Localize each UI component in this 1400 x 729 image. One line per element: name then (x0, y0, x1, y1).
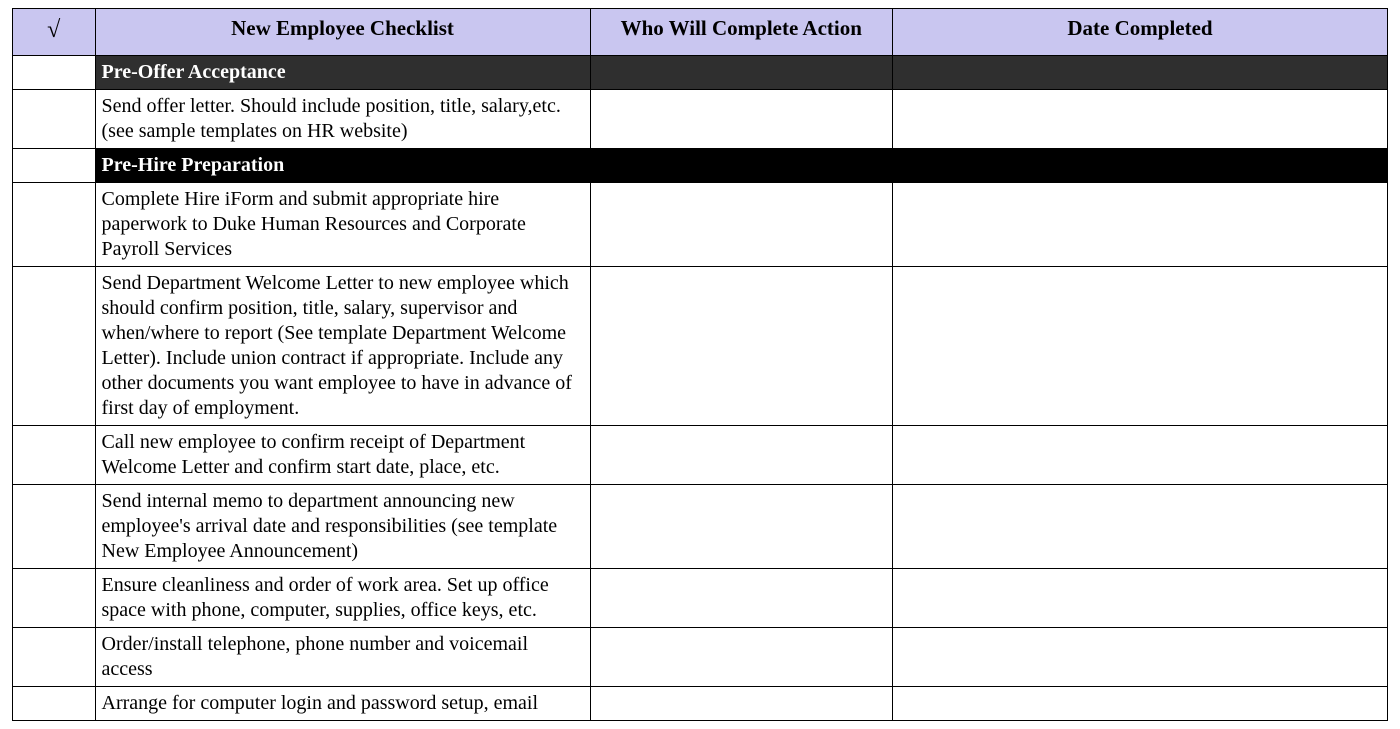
check-cell[interactable] (13, 569, 96, 628)
section-header-row: Pre-Offer Acceptance (13, 56, 1388, 90)
table-row: Ensure cleanliness and order of work are… (13, 569, 1388, 628)
who-cell[interactable] (590, 90, 893, 149)
date-cell[interactable] (893, 687, 1388, 721)
checklist-item: Send offer letter. Should include positi… (95, 90, 590, 149)
who-cell[interactable] (590, 426, 893, 485)
checklist-item: Call new employee to confirm receipt of … (95, 426, 590, 485)
header-checkmark: √ (13, 9, 96, 56)
table-row: Arrange for computer login and password … (13, 687, 1388, 721)
section-check-cell (13, 149, 96, 183)
section-check-cell (13, 56, 96, 90)
who-cell[interactable] (590, 183, 893, 267)
section-title: Pre-Hire Preparation (95, 149, 1388, 183)
date-cell[interactable] (893, 267, 1388, 426)
date-cell[interactable] (893, 569, 1388, 628)
who-cell[interactable] (590, 687, 893, 721)
checklist-item: Arrange for computer login and password … (95, 687, 590, 721)
section-date-cell (893, 56, 1388, 90)
table-row: Call new employee to confirm receipt of … (13, 426, 1388, 485)
header-checklist: New Employee Checklist (95, 9, 590, 56)
date-cell[interactable] (893, 183, 1388, 267)
checklist-item: Complete Hire iForm and submit appropria… (95, 183, 590, 267)
checklist-item: Send internal memo to department announc… (95, 485, 590, 569)
date-cell[interactable] (893, 426, 1388, 485)
employee-checklist-table: √ New Employee Checklist Who Will Comple… (12, 8, 1388, 721)
check-cell[interactable] (13, 687, 96, 721)
header-who: Who Will Complete Action (590, 9, 893, 56)
table-row: Send Department Welcome Letter to new em… (13, 267, 1388, 426)
table-row: Order/install telephone, phone number an… (13, 628, 1388, 687)
date-cell[interactable] (893, 628, 1388, 687)
table-row: Send internal memo to department announc… (13, 485, 1388, 569)
section-who-cell (590, 56, 893, 90)
header-date: Date Completed (893, 9, 1388, 56)
table-header-row: √ New Employee Checklist Who Will Comple… (13, 9, 1388, 56)
checklist-item: Order/install telephone, phone number an… (95, 628, 590, 687)
date-cell[interactable] (893, 485, 1388, 569)
check-cell[interactable] (13, 628, 96, 687)
table-row: Complete Hire iForm and submit appropria… (13, 183, 1388, 267)
check-cell[interactable] (13, 426, 96, 485)
who-cell[interactable] (590, 628, 893, 687)
check-cell[interactable] (13, 485, 96, 569)
check-cell[interactable] (13, 267, 96, 426)
who-cell[interactable] (590, 267, 893, 426)
check-cell[interactable] (13, 90, 96, 149)
who-cell[interactable] (590, 485, 893, 569)
checklist-item: Send Department Welcome Letter to new em… (95, 267, 590, 426)
section-header-row: Pre-Hire Preparation (13, 149, 1388, 183)
table-row: Send offer letter. Should include positi… (13, 90, 1388, 149)
checklist-item: Ensure cleanliness and order of work are… (95, 569, 590, 628)
who-cell[interactable] (590, 569, 893, 628)
date-cell[interactable] (893, 90, 1388, 149)
check-cell[interactable] (13, 183, 96, 267)
section-title: Pre-Offer Acceptance (95, 56, 590, 90)
